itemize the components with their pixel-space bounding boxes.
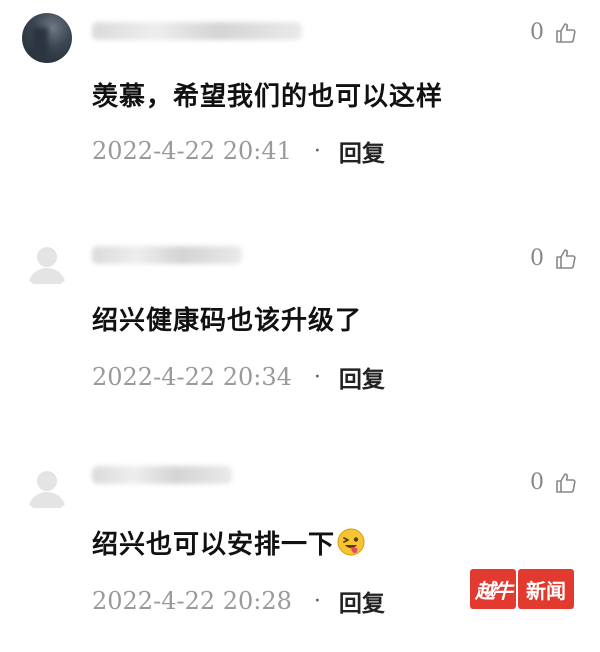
username-blurred bbox=[92, 246, 242, 264]
like-button[interactable]: 0 bbox=[530, 470, 578, 495]
thumbs-up-icon bbox=[554, 247, 578, 271]
username-blurred bbox=[92, 466, 232, 484]
avatar[interactable] bbox=[22, 13, 72, 63]
like-button[interactable]: 0 bbox=[530, 20, 578, 45]
comment-meta: 2022-4-22 20:34 · 回复 bbox=[92, 360, 385, 394]
comment-item: 0 羡慕，希望我们的也可以这样 2022-4-22 20:41 · 回复 bbox=[0, 0, 600, 200]
comment-meta: 2022-4-22 20:28 · 回复 bbox=[92, 584, 385, 618]
separator: · bbox=[313, 138, 321, 164]
comment-meta: 2022-4-22 20:41 · 回复 bbox=[92, 134, 385, 168]
user-silhouette-icon bbox=[22, 238, 72, 288]
avatar[interactable] bbox=[22, 238, 72, 288]
thumbs-up-icon bbox=[554, 471, 578, 495]
comment-item: 0 绍兴也可以安排一下 2022-4-22 20:28 · 回复 bbox=[0, 452, 600, 652]
like-count: 0 bbox=[530, 470, 544, 495]
separator: · bbox=[313, 364, 321, 390]
reply-button[interactable]: 回复 bbox=[339, 134, 385, 168]
comment-text: 绍兴也可以安排一下 bbox=[92, 530, 336, 560]
timestamp: 2022-4-22 20:41 bbox=[92, 137, 292, 165]
comment-text: 羡慕，希望我们的也可以这样 bbox=[92, 82, 444, 112]
like-count: 0 bbox=[530, 20, 544, 45]
winking-tongue-emoji bbox=[337, 528, 365, 556]
comment-text: 绍兴健康码也该升级了 bbox=[92, 306, 363, 336]
like-button[interactable]: 0 bbox=[530, 246, 578, 271]
thumbs-up-icon bbox=[554, 21, 578, 45]
avatar[interactable] bbox=[22, 462, 72, 512]
comment-item: 0 绍兴健康码也该升级了 2022-4-22 20:34 · 回复 bbox=[0, 226, 600, 426]
separator: · bbox=[313, 588, 321, 614]
watermark-logo: 越牛 bbox=[470, 569, 516, 609]
reply-button[interactable]: 回复 bbox=[339, 360, 385, 394]
watermark: 越牛 新闻 bbox=[470, 568, 574, 610]
like-count: 0 bbox=[530, 246, 544, 271]
comment-text-row: 绍兴也可以安排一下 bbox=[92, 524, 365, 561]
username-blurred bbox=[92, 22, 302, 40]
reply-button[interactable]: 回复 bbox=[339, 584, 385, 618]
timestamp: 2022-4-22 20:34 bbox=[92, 363, 292, 391]
watermark-text: 新闻 bbox=[518, 569, 574, 609]
timestamp: 2022-4-22 20:28 bbox=[92, 587, 292, 615]
user-silhouette-icon bbox=[22, 462, 72, 512]
